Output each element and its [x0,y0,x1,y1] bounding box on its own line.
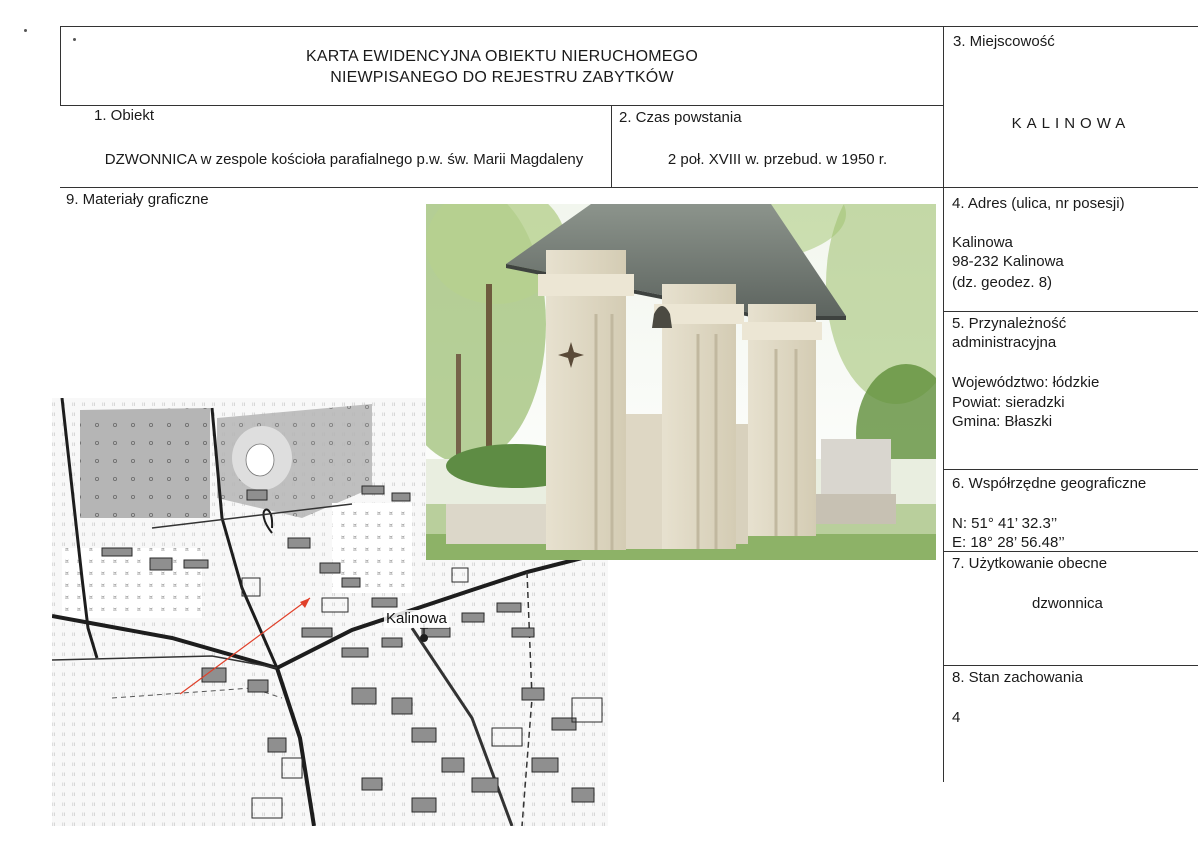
stan-value: 4 [952,709,961,726]
uzytkowanie-value: dzwonnica [1032,595,1103,612]
adres-label: 4. Adres (ulica, nr posesji) [952,195,1125,212]
rule-after-przynaleznosc [943,469,1198,470]
scan-speck [73,38,76,41]
map-field-gray [80,408,210,518]
card-title-line2: NIEWPISANEGO DO REJESTRU ZABYTKÓW [330,69,674,86]
top-border [60,26,1198,27]
uzytkowanie-label: 7. Użytkowanie obecne [952,555,1108,572]
card-title-line1: KARTA EWIDENCYJNA OBIEKTU NIERUCHOMEGO [306,48,698,65]
obiekt-value: DZWONNICA w zespole kościoła parafialneg… [104,151,584,168]
adres-line3: (dz. geodez. 8) [952,274,1053,291]
right-column-divider [943,26,944,782]
materialy-label: 9. Materiały graficzne [66,191,209,208]
wspolrzedne-e: E: 18° 28’ 56.48’’ [952,534,1065,551]
miejscowosc-value: KALINOWA [1011,115,1131,132]
map-place-label: Kalinowa [384,610,449,628]
obiekt-czas-divider [611,105,612,187]
przynaleznosc-label-line2: administracyjna [952,334,1057,351]
powiat-value: Powiat: sieradzki [952,394,1065,411]
wojewodztwo-value: Województwo: łódzkie [952,374,1100,391]
gmina-value: Gmina: Błaszki [952,413,1053,430]
adres-line2: 98-232 Kalinowa [952,253,1064,270]
title-bottom-rule [60,105,944,106]
rule-after-uzytkowanie [943,665,1198,666]
miejscowosc-label: 3. Miejscowość [953,33,1055,50]
przynaleznosc-label-line1: 5. Przynależność [952,315,1067,332]
card-title: KARTA EWIDENCYJNA OBIEKTU NIERUCHOMEGO N… [60,46,944,88]
belfry-photo [426,204,936,560]
adres-line1: Kalinowa [952,234,1013,251]
rule-after-adres [943,311,1198,312]
row1-bottom-rule [60,187,1198,188]
wspolrzedne-n: N: 51° 41’ 32.3’’ [952,515,1058,532]
scan-speck [24,29,27,32]
obiekt-label: 1. Obiekt [94,107,155,124]
czas-label: 2. Czas powstania [619,109,742,126]
wspolrzedne-label: 6. Współrzędne geograficzne [952,475,1147,492]
stan-label: 8. Stan zachowania [952,669,1083,686]
czas-value: 2 poł. XVIII w. przebud. w 1950 r. [667,151,888,168]
